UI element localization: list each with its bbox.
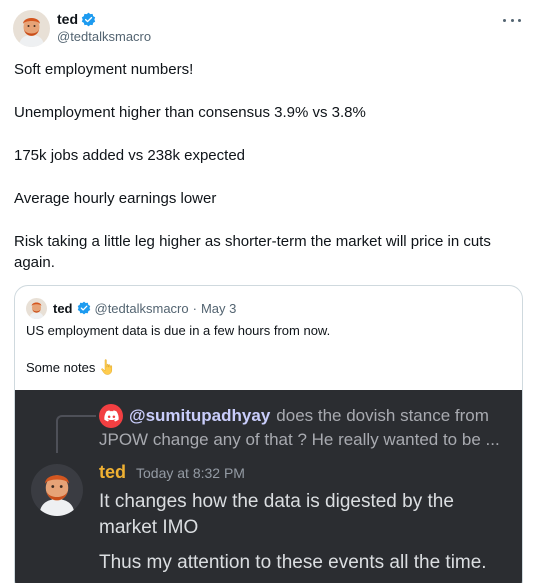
notes-label: Some notes [26, 359, 96, 375]
discord-message-line: It changes how the data is digested by t… [99, 491, 454, 512]
quoted-avatar [26, 297, 47, 319]
quoted-text: US employment data is due in a few hours… [26, 323, 331, 338]
tweet-line: Average hourly earnings lower [14, 190, 217, 207]
quoted-author-name: ted [53, 300, 73, 316]
tweet-line: Risk taking a little leg higher as short… [14, 233, 491, 271]
quoted-author-handle: @tedtalksmacro [94, 300, 189, 316]
discord-screenshot: @sumitupadhyay does the dovish stance fr… [15, 390, 522, 583]
avatar[interactable] [13, 10, 50, 47]
discord-message-line: market IMO [99, 517, 199, 538]
reply-mention: @sumitupadhyay [129, 406, 271, 425]
separator-dot: · [192, 300, 197, 316]
reply-preview: @sumitupadhyay does the dovish stance fr… [99, 404, 489, 428]
tweet-line: Unemployment higher than consensus 3.9% … [14, 104, 366, 121]
author-name-row: ted [57, 11, 96, 27]
more-dots-icon[interactable] [503, 12, 521, 28]
quoted-date: May 3 [200, 300, 237, 316]
discord-logo-icon [99, 404, 123, 428]
tweet-header: ted @tedtalksmacro [13, 10, 527, 50]
discord-timestamp: Today at 8:32 PM [136, 465, 245, 481]
reply-text: does the dovish stance from [276, 406, 489, 425]
pointing-down-icon [101, 359, 113, 375]
verified-badge-icon [81, 12, 96, 26]
tweet-line: 175k jobs added vs 238k expected [14, 147, 245, 164]
author-handle[interactable]: @tedtalksmacro [57, 29, 151, 44]
quoted-tweet[interactable]: ted @tedtalksmacro · May 3 US employment… [14, 285, 523, 583]
author-name[interactable]: ted [57, 11, 78, 27]
quoted-tweet-header: ted @tedtalksmacro · May 3 [26, 297, 236, 319]
discord-message-line: Thus my attention to these events all th… [99, 552, 487, 573]
tweet-line: Soft employment numbers! [14, 61, 194, 78]
discord-author-name: ted [99, 462, 126, 482]
reply-text-continued: JPOW change any of that ? He really want… [99, 430, 500, 449]
discord-author-row: ted Today at 8:32 PM [99, 462, 245, 483]
discord-avatar [31, 464, 83, 516]
reply-connector [56, 415, 96, 453]
verified-badge-icon [77, 301, 90, 315]
quoted-text-notes: Some notes [26, 359, 115, 375]
